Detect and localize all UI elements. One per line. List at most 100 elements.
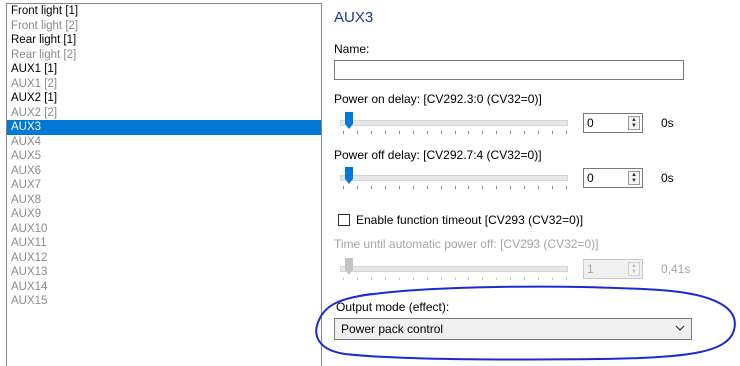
- slider-tick: [454, 131, 456, 134]
- list-item[interactable]: AUX15: [7, 294, 321, 309]
- power-off-delay-slider[interactable]: [338, 167, 568, 189]
- slider-tick: [496, 277, 498, 280]
- spinbox-value: 0: [587, 171, 594, 185]
- slider-tick: [426, 186, 428, 189]
- list-item[interactable]: Rear light [2]: [7, 48, 321, 63]
- list-item[interactable]: AUX5: [7, 149, 321, 164]
- slider-tick: [398, 277, 400, 280]
- auto-power-off-label: Time until automatic power off: [CV293 (…: [334, 237, 599, 251]
- power-off-delay-unit: 0s: [661, 171, 674, 185]
- slider-tick: [370, 186, 372, 189]
- list-item[interactable]: AUX9: [7, 207, 321, 222]
- slider-tick: [384, 277, 386, 280]
- slider-tick: [440, 277, 442, 280]
- slider-thumb[interactable]: [345, 167, 353, 184]
- function-timeout-checkbox[interactable]: [338, 214, 350, 226]
- output-settings-panel: AUX3 Name: Power on delay: [CV292.3:0 (C…: [333, 0, 733, 365]
- slider-tick: [370, 277, 372, 280]
- slider-tick: [426, 131, 428, 134]
- list-item[interactable]: AUX12: [7, 251, 321, 266]
- panel-title: AUX3: [334, 9, 374, 26]
- slider-ticks: [343, 186, 567, 189]
- list-item[interactable]: AUX6: [7, 164, 321, 179]
- slider-tick: [524, 131, 526, 134]
- slider-thumb[interactable]: [345, 112, 353, 129]
- slider-tick: [356, 277, 358, 280]
- slider-tick: [482, 277, 484, 280]
- slider-tick: [468, 186, 470, 189]
- slider-tick: [384, 131, 386, 134]
- slider-tick: [552, 186, 554, 189]
- slider-tick: [566, 277, 567, 280]
- list-item[interactable]: AUX3: [7, 120, 321, 135]
- list-item[interactable]: AUX7: [7, 178, 321, 193]
- slider-tick: [440, 186, 442, 189]
- slider-tick: [510, 186, 512, 189]
- auto-power-off-slider[interactable]: [338, 258, 568, 280]
- list-item[interactable]: AUX1 [1]: [7, 62, 321, 77]
- function-timeout-label[interactable]: Enable function timeout [CV293 (CV32=0)]: [356, 213, 583, 227]
- slider-tick: [412, 186, 414, 189]
- power-off-delay-spinbox[interactable]: 0 ▲ ▼: [583, 168, 643, 188]
- slider-track: [340, 175, 568, 181]
- spinbox-updown-icon[interactable]: ▲ ▼: [628, 116, 640, 130]
- spinbox-value: 0: [587, 116, 594, 130]
- auto-power-off-spinbox[interactable]: 1 ▲ ▼: [583, 259, 643, 279]
- list-item[interactable]: AUX14: [7, 280, 321, 295]
- auto-power-off-unit: 0,41s: [661, 262, 691, 276]
- slider-tick: [412, 277, 414, 280]
- slider-tick: [552, 131, 554, 134]
- list-item[interactable]: AUX2 [1]: [7, 91, 321, 106]
- slider-track: [340, 120, 568, 126]
- name-label: Name:: [334, 42, 370, 56]
- output-mode-value: Power pack control: [341, 322, 444, 336]
- power-off-delay-label: Power off delay: [CV292.7:4 (CV32=0)]: [334, 148, 542, 162]
- list-item[interactable]: AUX8: [7, 193, 321, 208]
- slider-tick: [356, 131, 358, 134]
- slider-tick: [524, 277, 526, 280]
- name-input[interactable]: [334, 60, 684, 80]
- slider-tick: [552, 277, 554, 280]
- list-item[interactable]: AUX1 [2]: [7, 77, 321, 92]
- power-on-delay-spinbox[interactable]: 0 ▲ ▼: [583, 113, 643, 133]
- slider-tick: [482, 131, 484, 134]
- list-item[interactable]: Front light [1]: [7, 4, 321, 19]
- spinbox-updown-icon[interactable]: ▲ ▼: [628, 171, 640, 185]
- slider-tick: [412, 131, 414, 134]
- power-on-delay-slider[interactable]: [338, 112, 568, 134]
- chevron-down-icon: [675, 325, 685, 331]
- power-on-delay-unit: 0s: [661, 116, 674, 130]
- slider-tick: [496, 131, 498, 134]
- slider-tick: [343, 131, 344, 134]
- slider-tick: [356, 186, 358, 189]
- slider-tick: [343, 277, 344, 280]
- slider-tick: [496, 186, 498, 189]
- list-item[interactable]: AUX2 [2]: [7, 106, 321, 121]
- slider-thumb[interactable]: [345, 258, 353, 275]
- slider-tick: [566, 131, 567, 134]
- slider-ticks: [343, 131, 567, 134]
- slider-tick: [510, 131, 512, 134]
- output-mode-dropdown[interactable]: Power pack control: [334, 318, 692, 340]
- spinbox-updown-icon[interactable]: ▲ ▼: [628, 262, 640, 276]
- list-item[interactable]: Front light [2]: [7, 19, 321, 34]
- slider-tick: [343, 186, 344, 189]
- slider-tick: [524, 186, 526, 189]
- slider-tick: [566, 186, 567, 189]
- list-item[interactable]: AUX10: [7, 222, 321, 237]
- slider-tick: [370, 131, 372, 134]
- slider-tick: [398, 186, 400, 189]
- list-item[interactable]: Rear light [1]: [7, 33, 321, 48]
- slider-tick: [426, 277, 428, 280]
- slider-tick: [440, 131, 442, 134]
- list-item[interactable]: AUX11: [7, 236, 321, 251]
- list-item[interactable]: AUX4: [7, 135, 321, 150]
- output-mode-label: Output mode (effect):: [336, 300, 450, 314]
- slider-ticks: [343, 277, 567, 280]
- slider-tick: [468, 277, 470, 280]
- output-list[interactable]: Front light [1] Front light [2] Rear light…: [6, 3, 322, 366]
- slider-tick: [454, 277, 456, 280]
- spinbox-value: 1: [587, 262, 594, 276]
- list-item[interactable]: AUX13: [7, 265, 321, 280]
- slider-tick: [384, 186, 386, 189]
